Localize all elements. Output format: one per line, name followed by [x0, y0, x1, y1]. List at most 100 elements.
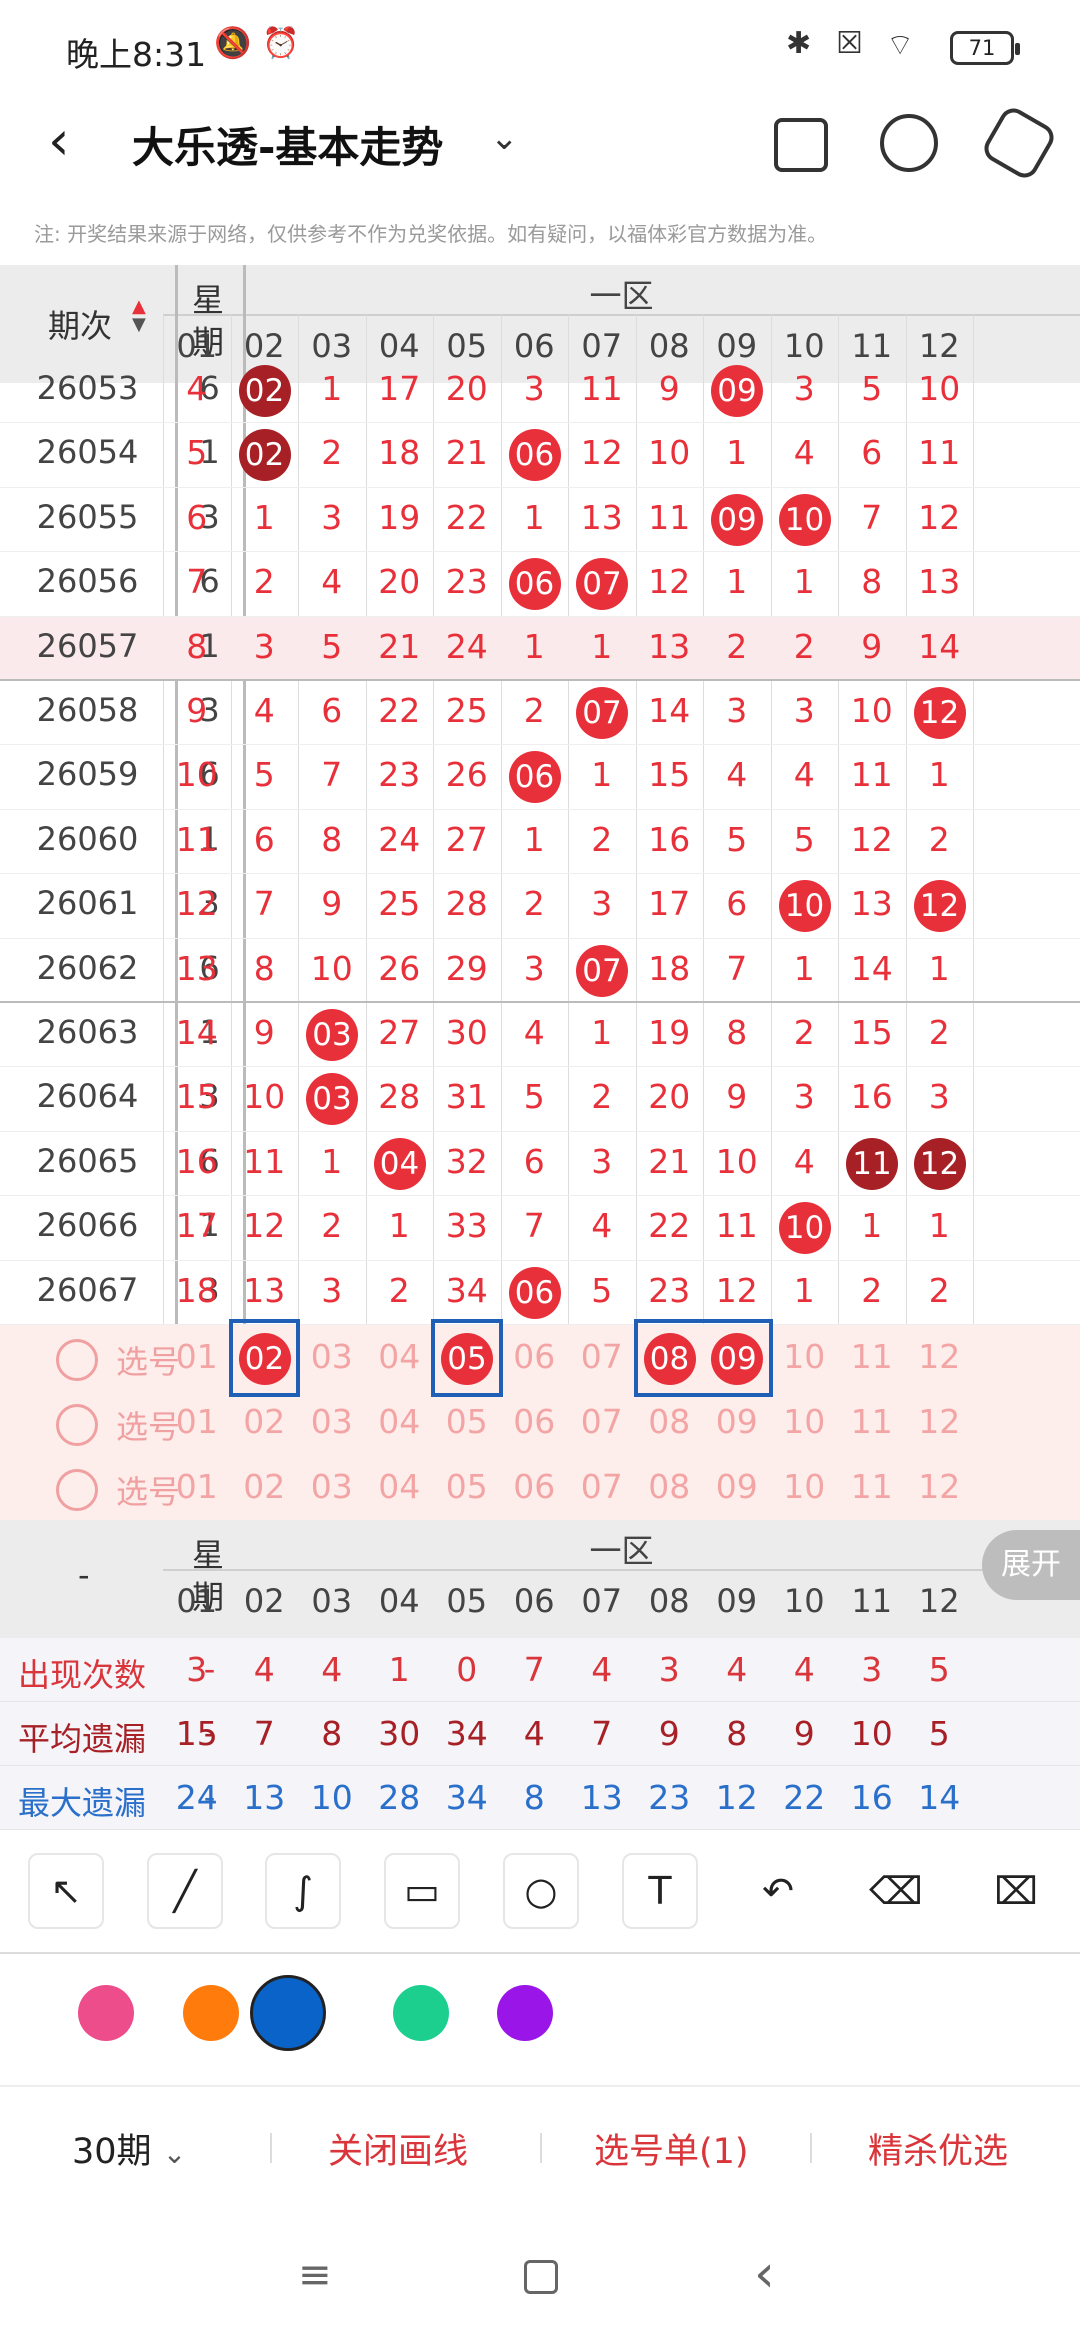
phone-layout-icon[interactable] — [774, 118, 828, 172]
pick-number[interactable]: 06 — [501, 1467, 569, 1506]
pick-number[interactable]: 12 — [906, 1402, 974, 1441]
hit-ball: 12 — [913, 880, 966, 933]
stats-value: 15 — [175, 1714, 218, 1753]
pick-number[interactable]: 11 — [838, 1467, 906, 1506]
omission-cell: 23 — [648, 1270, 691, 1310]
text-tool-icon[interactable]: T — [622, 1853, 698, 1929]
stats-value: 0 — [456, 1650, 478, 1689]
pick-number[interactable]: 07 — [568, 1467, 636, 1506]
omission-cell: 22 — [378, 691, 421, 730]
eraser-icon[interactable]: ⌫ — [858, 1853, 934, 1929]
color-swatch[interactable] — [393, 1985, 449, 2041]
pick-number[interactable]: 03 — [298, 1402, 366, 1441]
sort-icon[interactable]: ▼ — [132, 316, 146, 334]
pick-number[interactable]: 04 — [366, 1337, 434, 1376]
pick-number[interactable]: 03 — [298, 1467, 366, 1506]
color-swatch[interactable] — [497, 1985, 553, 2041]
omission-cell: 5 — [321, 626, 343, 666]
hit-ball: 03 — [306, 1009, 358, 1061]
issue-number: 26055 — [36, 497, 139, 536]
pick-number[interactable]: 02 — [231, 1402, 299, 1441]
omission-cell: 3 — [793, 369, 815, 408]
pick-number[interactable]: 11 — [838, 1337, 906, 1376]
pick-number[interactable]: 05 — [433, 1402, 501, 1441]
issue-number: 26061 — [36, 884, 139, 923]
pick-number[interactable]: 12 — [906, 1337, 974, 1376]
issue-header[interactable]: 期次 — [48, 301, 112, 347]
pick-number[interactable]: 03 — [298, 1337, 366, 1376]
omission-cell: 2 — [523, 884, 545, 924]
pick-number[interactable]: 09 — [703, 1402, 771, 1441]
back-button[interactable]: ‹ — [48, 114, 70, 168]
sort-icon[interactable]: ▲ — [132, 298, 146, 316]
best-picks-button[interactable]: 精杀优选 — [868, 2123, 1008, 2174]
close-lines-button[interactable]: 关闭画线 — [328, 2123, 468, 2174]
bottom-action-bar: 30期 ⌄ 关闭画线 选号单(1) 精杀优选 — [0, 2085, 1080, 2205]
pick-number[interactable]: 10 — [771, 1402, 839, 1441]
pick-number[interactable]: 10 — [771, 1467, 839, 1506]
omission-cell: 1 — [793, 948, 815, 988]
pick-list-button[interactable]: 选号单(1) — [594, 2123, 749, 2174]
menu-icon[interactable]: ≡ — [298, 2252, 332, 2298]
page-title[interactable]: 大乐透-基本走势 — [132, 114, 443, 175]
pick-number[interactable]: 08 — [636, 1402, 704, 1441]
stats-value: 34 — [445, 1714, 488, 1753]
omission-cell: 9 — [321, 884, 343, 924]
omission-cell: 3 — [523, 369, 545, 408]
omission-cell: 5 — [591, 1270, 613, 1310]
settings-icon[interactable] — [979, 103, 1059, 183]
pick-number[interactable]: 07 — [568, 1337, 636, 1376]
pick-number[interactable]: 04 — [366, 1402, 434, 1441]
circle-tool-icon[interactable]: ○ — [503, 1853, 579, 1929]
omission-cell: 2 — [591, 819, 613, 859]
period-select[interactable]: 30期 ⌄ — [72, 2123, 186, 2174]
issue-number: 26060 — [36, 819, 139, 858]
radio-circle-icon[interactable] — [56, 1469, 98, 1511]
share-icon[interactable] — [880, 114, 938, 172]
color-swatch[interactable] — [78, 1985, 134, 2041]
omission-cell: 5 — [726, 819, 748, 859]
back-nav-icon[interactable]: ‹ — [754, 2244, 775, 2304]
pick-number[interactable]: 06 — [501, 1402, 569, 1441]
radio-circle-icon[interactable] — [56, 1404, 98, 1446]
pick-number[interactable]: 08 — [636, 1467, 704, 1506]
highlight-box[interactable] — [633, 1319, 773, 1397]
pick-number[interactable]: 04 — [366, 1467, 434, 1506]
pick-number[interactable]: 06 — [501, 1337, 569, 1376]
omission-cell: 4 — [726, 755, 748, 795]
pick-number[interactable]: 12 — [906, 1467, 974, 1506]
issue-number: 26059 — [36, 755, 139, 794]
line-tool-icon[interactable]: ╱ — [147, 1853, 223, 1929]
pick-number[interactable]: 07 — [568, 1402, 636, 1441]
stats-value: 24 — [175, 1778, 218, 1817]
home-icon[interactable] — [524, 2260, 558, 2294]
pick-number[interactable]: 09 — [703, 1467, 771, 1506]
pick-number[interactable]: 02 — [231, 1467, 299, 1506]
issue-number: 26062 — [36, 948, 139, 987]
highlight-box[interactable] — [228, 1319, 300, 1397]
omission-cell: 8 — [861, 562, 883, 602]
chevron-down-icon[interactable]: ⌄ — [490, 118, 519, 158]
arrow-tool-icon[interactable]: ↖ — [28, 1853, 104, 1929]
highlight-box[interactable] — [431, 1319, 503, 1397]
hit-ball: 12 — [913, 687, 966, 739]
pick-number[interactable]: 01 — [163, 1337, 231, 1376]
radio-circle-icon[interactable] — [56, 1339, 98, 1381]
rectangle-tool-icon[interactable]: ▭ — [384, 1853, 460, 1929]
pick-number[interactable]: 11 — [838, 1402, 906, 1441]
pick-number[interactable]: 01 — [163, 1402, 231, 1441]
expand-button[interactable]: 展开 — [982, 1530, 1080, 1600]
color-swatch[interactable] — [183, 1985, 239, 2041]
clear-all-icon[interactable]: ⌧ — [978, 1853, 1054, 1929]
undo-icon[interactable]: ↶ — [740, 1853, 816, 1929]
stats-value: 34 — [445, 1778, 488, 1817]
omission-cell: 12 — [580, 433, 623, 473]
color-swatch[interactable] — [250, 1975, 326, 2051]
curve-tool-icon[interactable]: ∫ — [265, 1853, 341, 1929]
omission-cell: 2 — [861, 1270, 883, 1310]
omission-cell: 9 — [658, 369, 680, 408]
pick-number[interactable]: 01 — [163, 1467, 231, 1506]
pick-number[interactable]: 10 — [771, 1337, 839, 1376]
pick-number[interactable]: 05 — [433, 1467, 501, 1506]
omission-cell: 4 — [523, 1013, 545, 1052]
